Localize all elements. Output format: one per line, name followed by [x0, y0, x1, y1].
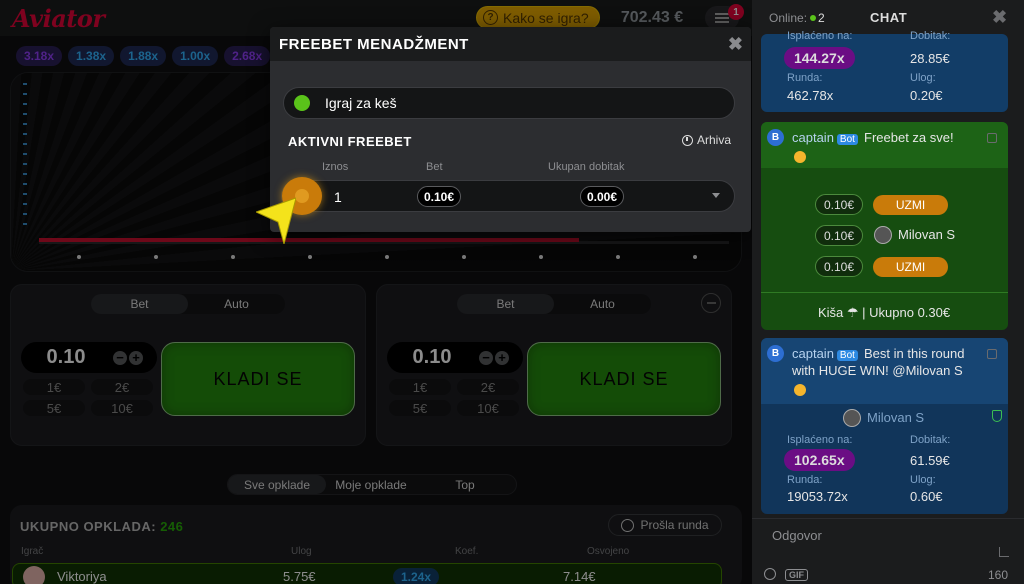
like-icon[interactable] [987, 349, 997, 359]
smile-emoji-icon [794, 151, 806, 163]
freebet-total: 0.00€ [580, 186, 625, 207]
avatar: B [767, 129, 784, 146]
message-author: captain Bot [792, 346, 861, 361]
claim-button[interactable]: UZMI [873, 195, 948, 215]
win-label: Dobitak: [910, 30, 951, 42]
round-label: Runda: [787, 72, 823, 84]
freebet-bet: 0.10€ [417, 186, 462, 207]
aviator-app: Aviator ? Kako se igra? 702.43 € 1 3.18x… [0, 0, 1024, 584]
win-card: Isplaćeno na: Dobitak: 144.27x 28.85€ Ru… [761, 30, 1008, 112]
online-label: Online: [769, 11, 808, 25]
chat-message-win: B captain Bot Best in this round with HUG… [761, 338, 1008, 514]
like-icon[interactable] [987, 133, 997, 143]
chat-message-freebet: B captain Bot Freebet za sve! 0.10€ UZMI … [761, 122, 1008, 330]
round-label: Runda: [787, 474, 823, 486]
round-multiplier: 19053.72x [787, 489, 848, 504]
gif-button[interactable]: GIF [785, 569, 808, 581]
claim-button[interactable]: UZMI [873, 257, 948, 277]
column-header: Iznos [322, 161, 349, 173]
chat-panel: Online: 2 CHAT ✖ Isplaćeno na: Dobitak: 1… [752, 0, 1024, 584]
author-name: captain [792, 130, 834, 145]
freebet-row[interactable]: 1 0.10€ 0.00€ [281, 177, 735, 215]
paid-label: Isplaćeno na: [787, 30, 853, 42]
emoji-icon[interactable] [764, 568, 776, 580]
chat-input-area[interactable]: Odgovor GIF 160 [752, 518, 1024, 584]
toggle-dot [294, 95, 310, 111]
play-for-cash-toggle[interactable]: Igraj za keš [283, 87, 735, 119]
modal-title: FREEBET MENADŽMENT [279, 36, 469, 53]
play-for-cash-label: Igraj za keš [325, 95, 397, 111]
stake-label: Ulog: [910, 72, 936, 84]
clock-icon [682, 134, 693, 146]
column-header: Bet [426, 161, 443, 173]
win-label: Dobitak: [910, 434, 951, 446]
char-counter: 160 [988, 568, 1009, 582]
freebet-modal: FREEBET MENADŽMENT ✖ Igraj za keš AKTIVN… [270, 27, 751, 232]
chat-title: CHAT [870, 10, 908, 25]
stake-amount: 0.60€ [910, 489, 943, 504]
win-amount: 28.85€ [910, 51, 950, 66]
round-multiplier: 462.78x [787, 88, 834, 103]
claimed-by-user: Milovan S [898, 227, 956, 242]
send-icon[interactable] [999, 547, 1009, 557]
message-text: Best in this round [864, 346, 965, 361]
avatar [843, 409, 861, 427]
rain-total: Kiša ☂ | Ukupno 0.30€ [818, 305, 951, 320]
stake-label: Ulog: [910, 474, 936, 486]
winner-name: Milovan S [867, 410, 925, 425]
message-text: with HUGE WIN! @Milovan S [792, 363, 963, 378]
online-dot-icon [810, 15, 817, 21]
avatar: B [767, 345, 784, 362]
pointer-arrow-icon [256, 197, 296, 244]
message-text: Freebet za sve! [864, 130, 954, 145]
message-author: captain Bot [792, 130, 861, 145]
active-freebet-title: AKTIVNI FREEBET [288, 134, 412, 149]
payout-multiplier: 144.27x [784, 47, 855, 69]
chevron-down-icon[interactable] [712, 193, 720, 198]
archive-label: Arhiva [697, 133, 732, 147]
freebet-amount: 0.10€ [815, 194, 864, 215]
bot-badge: Bot [836, 134, 858, 145]
archive-button[interactable]: Arhiva [682, 133, 731, 147]
clap-emoji-icon [794, 384, 806, 396]
close-icon[interactable]: ✖ [728, 34, 743, 55]
online-count: 2 [818, 11, 825, 25]
chat-header: Online: 2 CHAT ✖ [752, 0, 1024, 34]
payout-multiplier: 102.65x [784, 449, 855, 471]
freebet-amount: 0.10€ [815, 256, 864, 277]
shield-check-icon [992, 410, 1002, 422]
bot-badge: Bot [836, 350, 858, 361]
rain-footer: Kiša ☂ | Ukupno 0.30€ [761, 292, 1008, 330]
online-status: Online: 2 [769, 11, 825, 25]
author-name: captain [792, 346, 834, 361]
win-amount: 61.59€ [910, 453, 950, 468]
avatar [874, 226, 892, 244]
stake-amount: 0.20€ [910, 88, 943, 103]
chat-input[interactable]: Odgovor [772, 528, 822, 543]
freebet-amount: 0.10€ [815, 225, 864, 246]
paid-label: Isplaćeno na: [787, 434, 853, 446]
column-header: Ukupan dobitak [548, 161, 625, 173]
freebet-count: 1 [334, 189, 342, 205]
close-icon[interactable]: ✖ [992, 7, 1007, 28]
modal-header: FREEBET MENADŽMENT ✖ [270, 27, 751, 61]
